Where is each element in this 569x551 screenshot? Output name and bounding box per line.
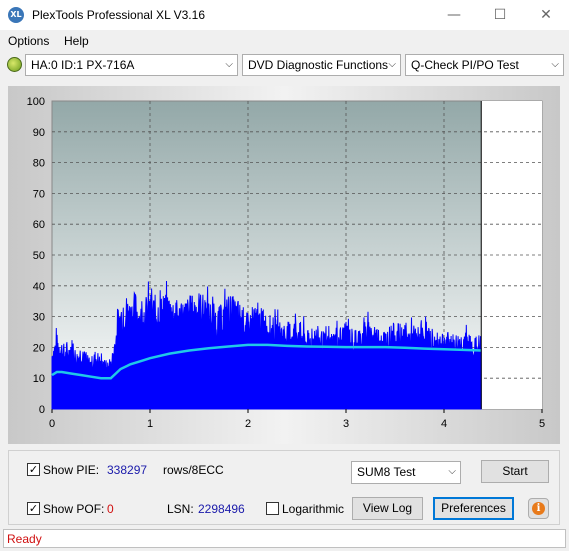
show-pie-label: Show PIE: (43, 463, 100, 477)
x-tick-label: 5 (539, 418, 545, 430)
status-text: Ready (7, 532, 42, 546)
pof-value: 0 (107, 502, 114, 516)
info-button[interactable]: i (528, 498, 549, 519)
info-icon: i (532, 502, 545, 515)
y-tick-label: 10 (33, 373, 45, 385)
x-tick-label: 2 (245, 418, 251, 430)
y-tick-label: 30 (33, 312, 45, 324)
x-tick-label: 4 (441, 418, 447, 430)
x-tick-label: 3 (343, 418, 349, 430)
status-bar (3, 529, 566, 548)
y-tick-label: 100 (27, 96, 45, 108)
y-tick-label: 0 (39, 404, 45, 416)
chevron-down-icon: ⌵ (448, 466, 456, 477)
lsn-value: 2298496 (198, 502, 245, 516)
y-tick-label: 80 (33, 158, 45, 170)
show-pof-checkbox[interactable]: ✓ (27, 502, 40, 515)
lsn-label: LSN: (167, 502, 194, 516)
logarithmic-checkbox[interactable] (266, 502, 279, 515)
x-tick-label: 0 (49, 418, 55, 430)
x-tick-label: 1 (147, 418, 153, 430)
sum8-test-select[interactable]: SUM8 Test ⌵ (351, 461, 461, 484)
view-log-button[interactable]: View Log (352, 497, 423, 520)
y-tick-label: 40 (33, 281, 45, 293)
rows-unit-label: rows/8ECC (163, 463, 224, 477)
y-tick-label: 70 (33, 188, 45, 200)
y-tick-label: 20 (33, 342, 45, 354)
logarithmic-label: Logarithmic (282, 502, 345, 516)
sum8-test-select-value: SUM8 Test (357, 465, 416, 479)
start-button[interactable]: Start (481, 460, 549, 483)
preferences-button[interactable]: Preferences (433, 497, 514, 520)
y-tick-label: 60 (33, 219, 45, 231)
pie-value: 338297 (107, 463, 148, 477)
show-pof-label: Show POF: (43, 502, 105, 516)
show-pie-checkbox[interactable]: ✓ (27, 463, 40, 476)
y-tick-label: 50 (33, 250, 45, 262)
y-tick-label: 90 (33, 127, 45, 139)
